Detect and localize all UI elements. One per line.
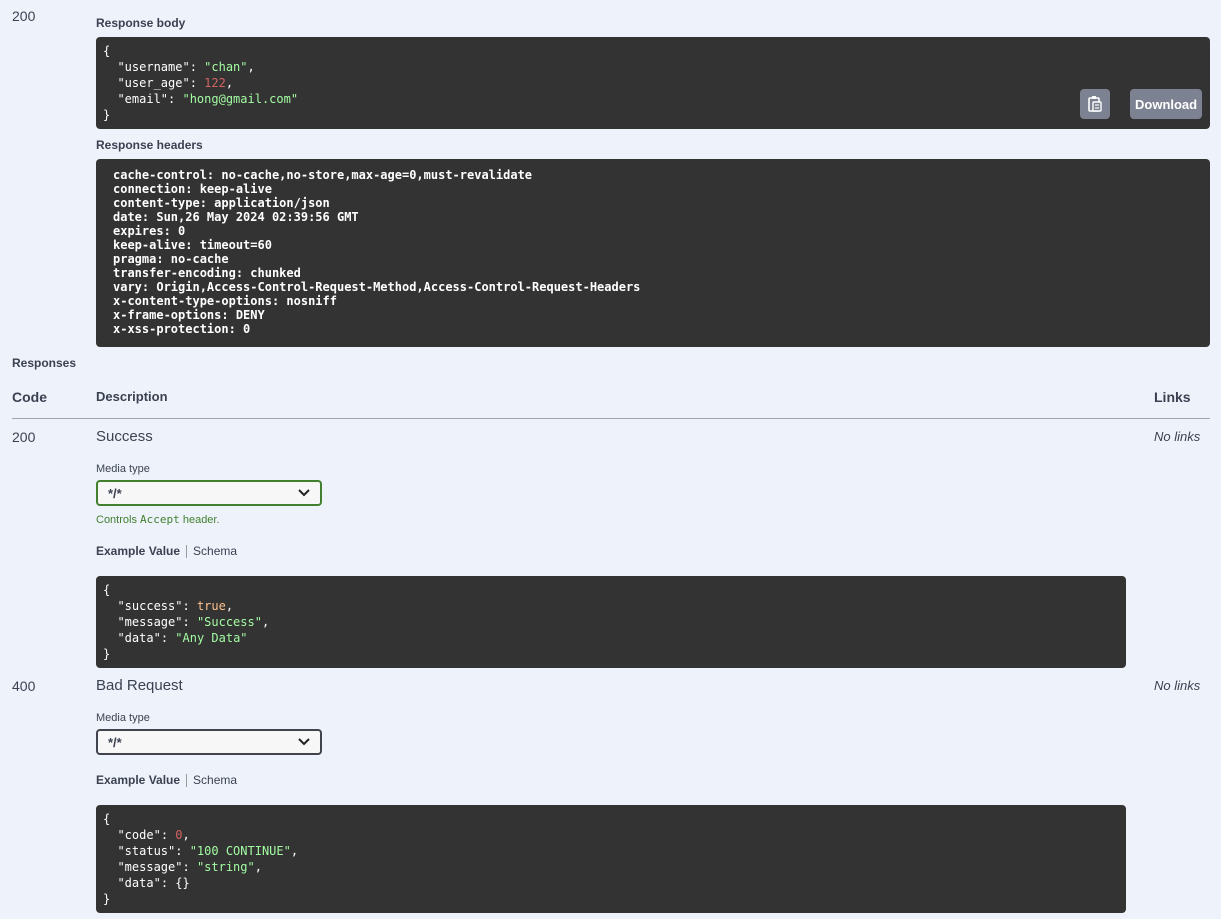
response-links-400: No links [1154,678,1201,693]
response-description-200: Success [96,428,153,445]
response-body-block: { "username": "chan", "user_age": 122, "… [96,37,1210,129]
copy-button[interactable] [1080,89,1110,119]
json-line: "status": "100 CONTINUE", [117,844,299,858]
response-body-code: { "username": "chan", "user_age": 122, "… [96,37,1210,129]
json-line: "message": "string", [117,860,262,874]
example-value-code: { "success": true, "message": "Success",… [96,576,1126,668]
json-line: "data": {} [117,876,190,890]
chevron-down-icon [298,738,310,746]
json-line: "user_age": 122, [117,76,234,90]
header-line: content-type: application/json [113,196,330,210]
header-line: pragma: no-cache [113,252,229,266]
response-links-200: No links [1154,429,1201,444]
col-description-header: Description [96,389,168,404]
chevron-down-icon [298,489,310,497]
json-line: "code": 0, [117,828,190,842]
header-line: date: Sun,26 May 2024 02:39:56 GMT [113,210,359,224]
tab-example-value[interactable]: Example Value [96,773,180,787]
header-line: x-xss-protection: 0 [113,322,251,336]
media-type-value: */* [108,734,122,750]
clipboard-icon [1088,96,1102,112]
example-value-code: { "code": 0, "status": "100 CONTINUE", "… [96,805,1126,913]
media-type-label: Media type [96,712,150,724]
json-line: "data": "Any Data" [117,631,248,645]
header-line: vary: Origin,Access-Control-Request-Meth… [113,280,641,294]
response-headers-code: cache-control: no-cache,no-store,max-age… [96,159,1210,345]
header-line: x-content-type-options: nosniff [113,294,337,308]
media-type-label: Media type [96,463,150,475]
header-line: connection: keep-alive [113,182,272,196]
media-type-value: */* [108,485,122,501]
response-code-200: 200 [12,429,36,445]
header-line: keep-alive: timeout=60 [113,238,272,252]
col-code-header: Code [12,389,47,405]
response-headers-block: cache-control: no-cache,no-store,max-age… [96,159,1210,347]
response-body-label: Response body [96,16,186,30]
download-button[interactable]: Download [1130,89,1203,119]
tab-schema[interactable]: Schema [193,544,237,558]
json-line: "username": "chan", [117,60,255,74]
media-type-select[interactable]: */* [96,480,322,506]
json-line: "success": true, [117,599,234,613]
example-tabs: Example Value Schema [96,773,237,787]
header-line: expires: 0 [113,224,186,238]
media-type-select[interactable]: */* [96,729,322,755]
json-line: "message": "Success", [117,615,270,629]
responses-title: Responses [12,356,77,370]
header-line: x-frame-options: DENY [113,308,265,322]
json-line: "email": "hong@gmail.com" [117,92,299,106]
tab-example-value[interactable]: Example Value [96,544,180,558]
example-value-block: { "success": true, "message": "Success",… [96,576,1126,668]
response-description-400: Bad Request [96,677,183,694]
accept-hint: Controls Accept header. [96,513,220,526]
example-value-block: { "code": 0, "status": "100 CONTINUE", "… [96,805,1126,913]
example-tabs: Example Value Schema [96,544,237,558]
live-response-code: 200 [12,8,36,24]
header-line: cache-control: no-cache,no-store,max-age… [113,168,533,182]
tab-schema[interactable]: Schema [193,773,237,787]
response-code-400: 400 [12,678,36,694]
response-headers-label: Response headers [96,138,203,152]
header-line: transfer-encoding: chunked [113,266,301,280]
col-links-header: Links [1154,389,1191,405]
table-divider [12,418,1210,419]
